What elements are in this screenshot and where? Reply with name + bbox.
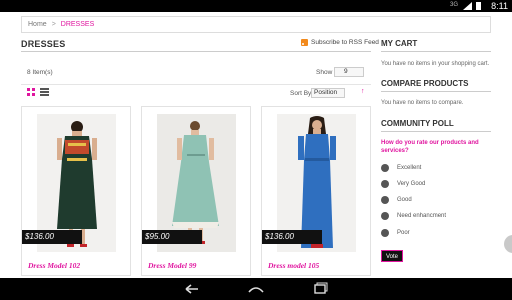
radio-button[interactable] <box>381 164 389 172</box>
drawer-handle[interactable] <box>504 235 512 253</box>
poll-option[interactable]: Need enhancment <box>381 212 446 220</box>
rss-link[interactable]: Subscribe to RSS Feed <box>301 39 379 46</box>
poll-option-label: Very Good <box>397 181 426 187</box>
network-type: 3G <box>449 2 458 8</box>
radio-button[interactable] <box>381 196 389 204</box>
compare-empty-text: You have no items to compare. <box>381 100 464 106</box>
show-select[interactable]: 9 <box>334 67 364 77</box>
cart-empty-text: You have no items in your shopping cart. <box>381 61 490 67</box>
poll-option-label: Need enhancment <box>397 213 447 219</box>
sort-direction-icon[interactable]: ↑ <box>361 88 365 95</box>
status-bar: 3G 8:11 <box>0 0 512 12</box>
radio-button[interactable] <box>381 212 389 220</box>
show-label: Show <box>316 69 333 76</box>
product-name[interactable]: Dress model 105 <box>268 261 319 270</box>
recent-apps-icon[interactable] <box>310 282 330 296</box>
cart-title: MY CART <box>381 39 418 48</box>
item-count: 8 Item(s) <box>27 69 53 76</box>
breadcrumb-current: DRESSES <box>60 21 95 28</box>
product-price: $136.00 <box>22 230 82 244</box>
system-nav-bar <box>0 278 512 300</box>
poll-question: How do you rate our products and service… <box>381 140 479 154</box>
sort-label: Sort By <box>290 90 312 97</box>
vote-button[interactable]: Vote <box>381 250 403 262</box>
product-card[interactable]: $136.00 Dress model 105 <box>261 106 371 276</box>
compare-title: COMPARE PRODUCTS <box>381 79 469 88</box>
radio-button[interactable] <box>381 180 389 188</box>
divider <box>21 84 371 85</box>
breadcrumb: Home > DRESSES <box>21 16 491 33</box>
battery-icon <box>476 2 481 10</box>
page-title: DRESSES <box>21 39 66 49</box>
product-name[interactable]: Dress Model 99 <box>148 261 196 270</box>
rss-label: Subscribe to RSS Feed <box>311 39 379 46</box>
poll-option-label: Excellent <box>397 165 422 171</box>
poll-option[interactable]: Good <box>381 196 412 204</box>
divider <box>381 131 491 132</box>
product-name[interactable]: Dress Model 102 <box>28 261 80 270</box>
list-view-icon[interactable] <box>40 88 49 96</box>
product-card[interactable]: $95.00 Dress Model 99 <box>141 106 251 276</box>
sort-select[interactable]: Position <box>311 88 345 98</box>
home-icon[interactable] <box>246 282 266 296</box>
product-price: $95.00 <box>142 230 202 244</box>
divider <box>21 51 371 52</box>
poll-option-label: Good <box>397 197 412 203</box>
grid-view-icon[interactable] <box>27 88 35 96</box>
back-icon[interactable] <box>182 282 202 296</box>
poll-option[interactable]: Poor <box>381 229 410 237</box>
poll-title: COMMUNITY POLL <box>381 119 454 128</box>
poll-option-label: Poor <box>397 230 410 236</box>
signal-icon <box>463 2 472 10</box>
product-card[interactable]: $136.00 Dress Model 102 <box>21 106 131 276</box>
divider <box>381 91 491 92</box>
radio-button[interactable] <box>381 229 389 237</box>
poll-option[interactable]: Excellent <box>381 164 421 172</box>
product-price: $136.00 <box>262 230 322 244</box>
poll-option[interactable]: Very Good <box>381 180 425 188</box>
rss-icon <box>301 39 308 46</box>
breadcrumb-home[interactable]: Home <box>28 21 47 28</box>
clock: 8:11 <box>491 1 508 11</box>
breadcrumb-separator: > <box>51 21 56 28</box>
divider <box>381 51 491 52</box>
